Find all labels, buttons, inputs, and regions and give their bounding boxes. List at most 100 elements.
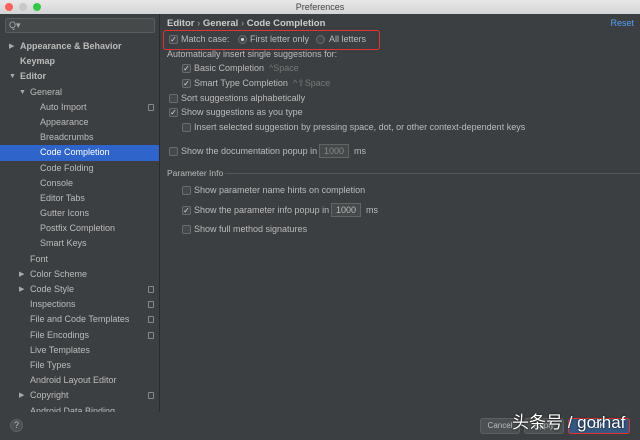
param-popup-checkbox[interactable]: ✓ bbox=[182, 206, 191, 215]
show-typing-checkbox[interactable]: ✓ bbox=[169, 108, 178, 117]
sidebar-item-label: Color Scheme bbox=[30, 268, 88, 279]
smart-type-checkbox[interactable]: ✓ bbox=[182, 79, 191, 88]
project-scope-icon bbox=[148, 331, 154, 339]
sidebar-item[interactable]: Live Templates bbox=[0, 343, 159, 358]
sidebar-item[interactable]: ▼ Editor bbox=[0, 69, 159, 84]
sidebar-item[interactable]: Gutter Icons bbox=[0, 206, 159, 221]
sidebar-item[interactable]: Code Completion bbox=[0, 145, 159, 161]
project-scope-icon bbox=[148, 301, 154, 309]
sidebar-item-label: File and Code Templates bbox=[30, 314, 130, 325]
sidebar-item[interactable]: Appearance bbox=[0, 115, 159, 130]
basic-completion-label: Basic Completion bbox=[194, 63, 265, 73]
reset-link[interactable]: Reset bbox=[610, 18, 634, 28]
match-case-checkbox[interactable]: ✓ bbox=[169, 35, 178, 44]
full-signatures-label: Show full method signatures bbox=[194, 224, 308, 234]
sidebar-item[interactable]: ▶ Color Scheme bbox=[0, 267, 159, 282]
window-title: Preferences bbox=[295, 2, 345, 12]
sidebar-item-label: File Types bbox=[30, 359, 71, 370]
sidebar-item-label: Android Layout Editor bbox=[30, 375, 117, 386]
expand-arrow-icon[interactable]: ▶ bbox=[19, 267, 24, 282]
sidebar-item-label: Code Folding bbox=[40, 162, 94, 173]
sidebar-item[interactable]: Inspections bbox=[0, 297, 159, 312]
sidebar-item[interactable]: Console bbox=[0, 176, 159, 191]
sidebar-item-label: Gutter Icons bbox=[40, 208, 90, 219]
search-input[interactable]: Q▾ bbox=[5, 18, 155, 33]
sidebar-item[interactable]: Postfix Completion bbox=[0, 221, 159, 236]
close-window-button[interactable] bbox=[5, 3, 13, 11]
collapse-arrow-icon[interactable]: ▼ bbox=[19, 85, 26, 100]
title-bar: Preferences bbox=[0, 0, 640, 14]
expand-arrow-icon[interactable]: ▶ bbox=[19, 282, 24, 297]
basic-completion-checkbox[interactable]: ✓ bbox=[182, 64, 191, 73]
sidebar-item-label: Appearance bbox=[40, 116, 89, 127]
sidebar-item[interactable]: ▶ Appearance & Behavior bbox=[0, 39, 159, 54]
insert-selected-label: Insert selected suggestion by pressing s… bbox=[194, 122, 526, 132]
param-popup-delay-input[interactable]: 1000 bbox=[331, 203, 361, 217]
sidebar-item[interactable]: Editor Tabs bbox=[0, 191, 159, 206]
sidebar-item[interactable]: Font bbox=[0, 252, 159, 267]
sidebar-item[interactable]: File and Code Templates bbox=[0, 312, 159, 327]
sidebar-item-label: Copyright bbox=[30, 390, 69, 401]
sidebar-item[interactable]: Smart Keys bbox=[0, 236, 159, 251]
parameter-info-title: Parameter Info bbox=[167, 168, 224, 178]
sidebar-item[interactable]: Breadcrumbs bbox=[0, 130, 159, 145]
all-letters-radio[interactable] bbox=[316, 35, 325, 44]
expand-arrow-icon[interactable]: ▶ bbox=[9, 39, 14, 54]
project-scope-icon bbox=[148, 316, 154, 324]
sidebar-item-label: Postfix Completion bbox=[40, 223, 116, 234]
sidebar-item-label: Code Completion bbox=[40, 147, 110, 158]
zoom-window-button[interactable] bbox=[33, 3, 41, 11]
help-button[interactable]: ? bbox=[10, 419, 23, 432]
first-letter-radio[interactable] bbox=[238, 35, 247, 44]
project-scope-icon bbox=[148, 286, 154, 293]
sort-checkbox[interactable] bbox=[169, 94, 178, 103]
sidebar-item-label: Editor bbox=[20, 71, 46, 82]
sidebar-item[interactable]: ▶ Code Style bbox=[0, 282, 159, 297]
full-signatures-checkbox[interactable] bbox=[182, 225, 191, 234]
sidebar-item-label: Keymap bbox=[20, 56, 56, 67]
smart-type-label: Smart Type Completion bbox=[194, 78, 288, 88]
param-popup-unit: ms bbox=[366, 205, 378, 215]
sidebar-item-label: Auto Import bbox=[40, 101, 87, 112]
sidebar-item-label: Font bbox=[30, 253, 49, 264]
first-letter-label: First letter only bbox=[250, 34, 310, 44]
sidebar-item[interactable]: Auto Import bbox=[0, 100, 159, 115]
sidebar-item[interactable]: File Types bbox=[0, 358, 159, 373]
minimize-window-button[interactable] bbox=[19, 3, 27, 11]
sidebar-item-label: Android Data Binding bbox=[30, 405, 116, 413]
auto-insert-label: Automatically insert single suggestions … bbox=[167, 49, 338, 59]
sidebar-item[interactable]: Android Data Binding bbox=[0, 404, 159, 413]
doc-popup-delay-input[interactable]: 1000 bbox=[319, 144, 349, 158]
smart-shortcut: ^⇧Space bbox=[293, 78, 331, 88]
sidebar-item[interactable]: File Encodings bbox=[0, 328, 159, 343]
doc-popup-checkbox[interactable] bbox=[169, 147, 178, 156]
all-letters-label: All letters bbox=[329, 34, 367, 44]
param-hints-label: Show parameter name hints on completion bbox=[194, 185, 366, 195]
sidebar-item[interactable]: Android Layout Editor bbox=[0, 373, 159, 388]
doc-popup-label: Show the documentation popup in bbox=[181, 146, 318, 156]
doc-popup-unit: ms bbox=[354, 146, 366, 156]
expand-arrow-icon[interactable]: ▶ bbox=[19, 388, 24, 403]
match-case-label: Match case: bbox=[181, 34, 230, 44]
breadcrumb-item: General bbox=[202, 18, 239, 29]
param-hints-checkbox[interactable] bbox=[182, 186, 191, 195]
sidebar-item[interactable]: ▼ General bbox=[0, 85, 159, 100]
sidebar-item-label: Appearance & Behavior bbox=[20, 41, 122, 51]
project-scope-icon bbox=[148, 103, 154, 111]
watermark: 头条号 / gorhaf bbox=[512, 413, 626, 432]
sidebar-item-label: Code Style bbox=[30, 284, 75, 294]
code-completion-panel: Editor › General › Code Completion Reset… bbox=[161, 14, 640, 412]
settings-sidebar: Q▾ ▶ Appearance & Behavior Keymap ▼ Editor ▼ G… bbox=[0, 14, 160, 412]
insert-selected-checkbox[interactable] bbox=[182, 123, 191, 132]
sidebar-item[interactable]: Code Folding bbox=[0, 161, 159, 176]
sidebar-item-label: Console bbox=[40, 177, 74, 188]
settings-tree: ▶ Appearance & Behavior Keymap ▼ Editor ▼ Gene… bbox=[0, 39, 159, 413]
sidebar-item-label: File Encodings bbox=[30, 329, 90, 340]
collapse-arrow-icon[interactable]: ▼ bbox=[9, 69, 16, 84]
sidebar-item-label: Breadcrumbs bbox=[40, 132, 94, 143]
breadcrumb-item: Code Completion bbox=[246, 18, 326, 29]
sidebar-item[interactable]: Keymap bbox=[0, 54, 159, 69]
breadcrumb-item: Editor bbox=[167, 18, 195, 29]
sidebar-item[interactable]: ▶ Copyright bbox=[0, 388, 159, 403]
sidebar-item-label: Smart Keys bbox=[40, 238, 87, 249]
